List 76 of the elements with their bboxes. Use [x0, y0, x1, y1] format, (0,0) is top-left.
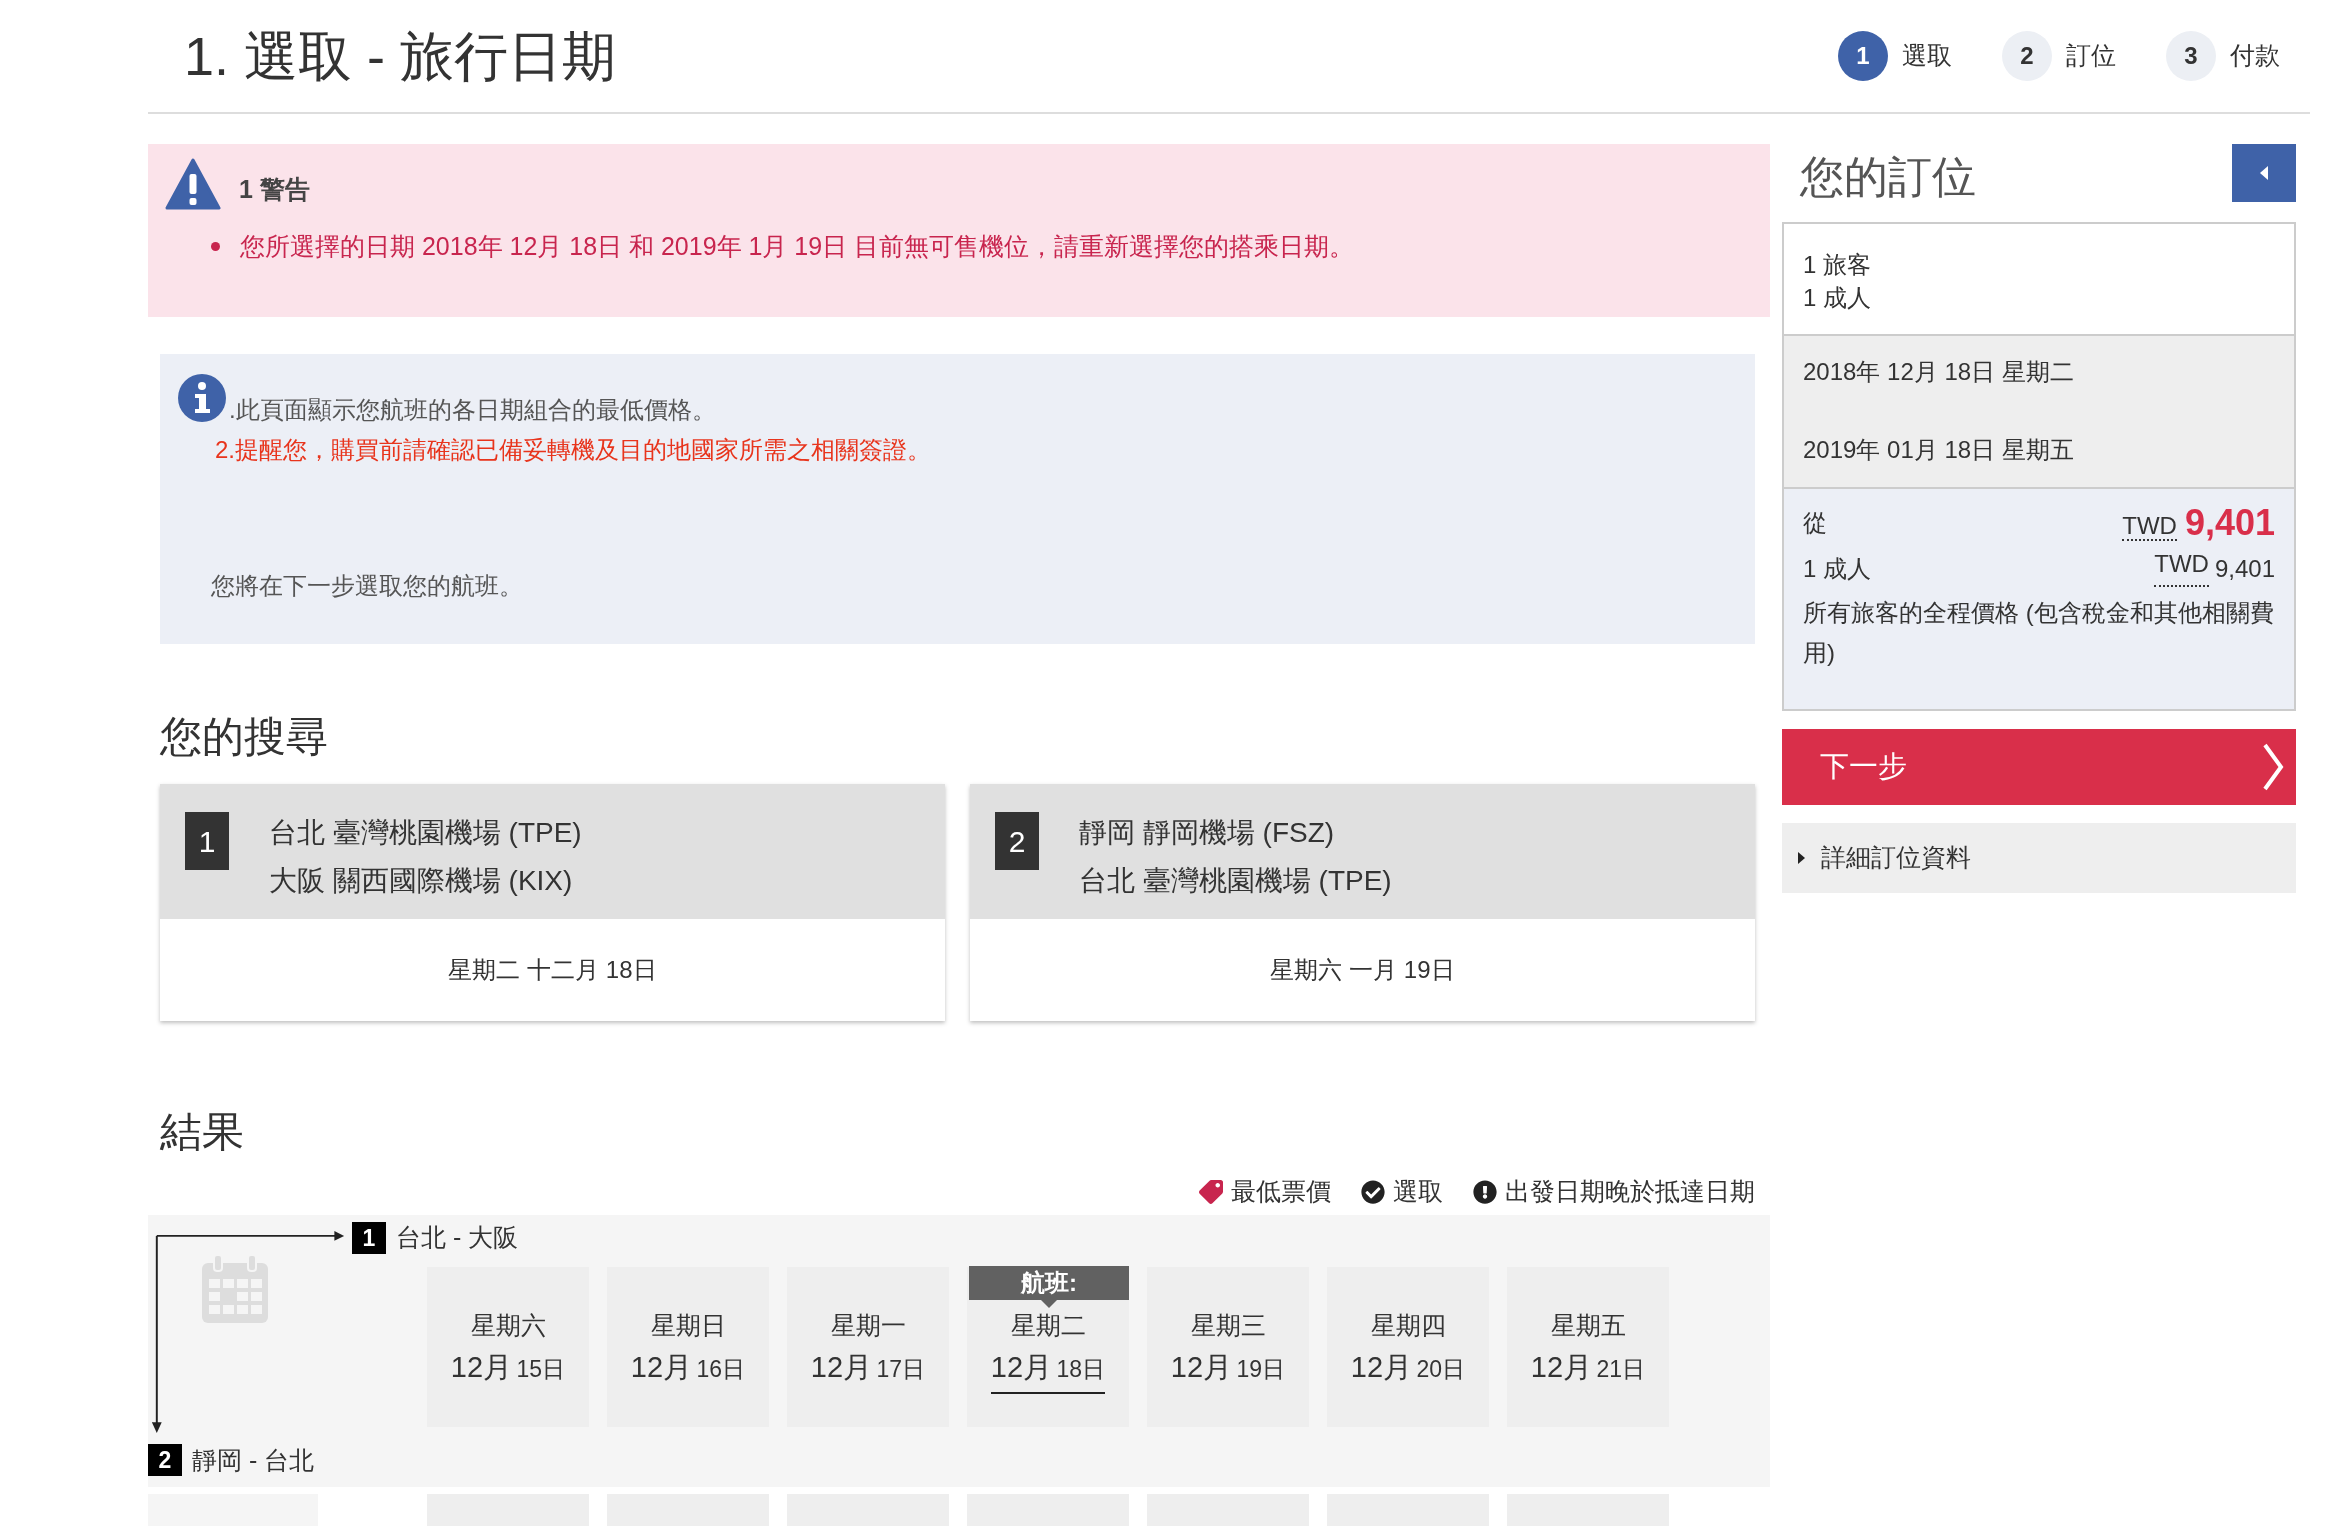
calendar-icon	[200, 1253, 270, 1325]
date-text: 星期六 一月 19日	[1269, 955, 1456, 985]
reminder-text: 2.提醒您，購買前請確認已備妥轉機及目的地國家所需之相關簽證。	[215, 435, 932, 465]
step-label: 選取	[1902, 40, 1952, 72]
page-title: 1. 選取 - 旅行日期	[184, 29, 617, 83]
tooltip-pointer-icon	[1041, 1299, 1057, 1308]
leg-number: 1	[185, 812, 229, 870]
step-number: 3	[2166, 31, 2216, 81]
weekday-text: 星期三	[1190, 1309, 1266, 1341]
airport-text: 台北 臺灣桃園機場 (TPE)	[1079, 864, 1392, 898]
total-price: 9,401	[2184, 505, 2275, 541]
warning-title: 1 警告	[239, 173, 310, 205]
exclamation-icon	[1473, 1180, 1497, 1204]
passenger-text: 1 成人	[1803, 554, 1871, 584]
info-text: .此頁面顯示您航班的各日期組合的最低價格。	[228, 395, 717, 425]
chevron-right-icon	[2262, 743, 2284, 791]
airport-text: 台北 臺灣桃園機場 (TPE)	[269, 816, 582, 850]
date-text: 12月 18日	[990, 1346, 1106, 1394]
weekday-text: 星期一	[830, 1309, 906, 1341]
passenger-text: 1 成人	[1803, 283, 1872, 313]
date-text: 12月 21日	[1530, 1349, 1646, 1385]
collapse-button[interactable]	[2232, 144, 2296, 202]
route-number: 2	[148, 1444, 182, 1477]
date-cell[interactable]: 航班: 星期二 12月 18日	[967, 1266, 1129, 1427]
step-number: 2	[2002, 31, 2052, 81]
airport-text: 大阪 關西國際機場 (KIX)	[269, 864, 574, 898]
warning-message: 您所選擇的日期 2018年 12月 18日 和 2019年 1月 19日 目前無可售機位，請重新選擇您的搭乘日期。	[240, 231, 1355, 262]
step-label: 付款	[2230, 40, 2280, 72]
date-text: 12月 20日	[1350, 1349, 1466, 1385]
route-number: 1	[352, 1221, 386, 1254]
panel-title: 您的訂位	[1800, 151, 1976, 199]
date-cell[interactable]: 星期三 12月 19日	[1147, 1266, 1309, 1427]
weekday-text: 星期日	[650, 1309, 726, 1341]
date-text: 12月 16日	[630, 1349, 746, 1385]
warning-icon	[165, 158, 221, 210]
date-cell[interactable]: 星期五 12月 21日	[1507, 1266, 1669, 1427]
travel-date: 2018年 12月 18日 星期二	[1803, 357, 2075, 387]
step-label: 訂位	[2066, 40, 2116, 72]
weekday-text: 星期二	[1010, 1309, 1086, 1341]
currency-text: TWD	[2154, 551, 2209, 587]
details-toggle[interactable]: 詳細訂位資料	[1782, 823, 2296, 893]
from-label: 從	[1803, 508, 1827, 538]
tag-icon	[1199, 1180, 1223, 1204]
legend-label: 出發日期晚於抵達日期	[1505, 1176, 1755, 1208]
airport-text: 靜岡 靜岡機場 (FSZ)	[1079, 816, 1336, 850]
date-cell[interactable]: 星期四 12月 20日	[1327, 1266, 1489, 1427]
flight-tooltip: 航班:	[969, 1265, 1129, 1300]
adult-price: 9,401	[2214, 554, 2275, 584]
weekday-text: 星期六	[470, 1309, 546, 1341]
price-note: 所有旅客的全程價格 (包含稅金和其他相關費用)	[1803, 598, 2275, 668]
leg-number: 2	[995, 812, 1039, 870]
next-button[interactable]: 下一步	[1782, 729, 2296, 805]
date-cell[interactable]: 星期六 12月 15日	[427, 1266, 589, 1427]
passenger-text: 1 旅客	[1803, 250, 1872, 280]
section-heading: 您的搜尋	[160, 716, 329, 758]
info-icon	[178, 374, 226, 422]
route-label: 台北 - 大阪	[396, 1222, 519, 1253]
bullet-icon	[211, 242, 220, 252]
date-text: 12月 17日	[810, 1349, 926, 1385]
date-text: 星期二 十二月 18日	[447, 955, 658, 985]
date-cell[interactable]: 星期一 12月 17日	[787, 1266, 949, 1427]
travel-date: 2019年 01月 18日 星期五	[1803, 435, 2075, 465]
legend-label: 選取	[1393, 1176, 1443, 1208]
route-label: 靜岡 - 台北	[192, 1444, 315, 1476]
caret-icon	[2260, 166, 2268, 180]
weekday-text: 星期五	[1550, 1309, 1626, 1341]
step-number: 1	[1838, 31, 1888, 81]
date-text: 12月 15日	[450, 1349, 566, 1385]
date-text: 12月 19日	[1170, 1349, 1286, 1385]
currency-text: TWD	[2122, 513, 2177, 541]
legend-label: 最低票價	[1231, 1176, 1331, 1208]
date-cell[interactable]: 星期日 12月 16日	[607, 1266, 769, 1427]
caret-right-icon	[1798, 852, 1805, 864]
info-text: 您將在下一步選取您的航班。	[211, 571, 524, 601]
weekday-text: 星期四	[1370, 1309, 1446, 1341]
section-heading: 結果	[160, 1111, 245, 1153]
